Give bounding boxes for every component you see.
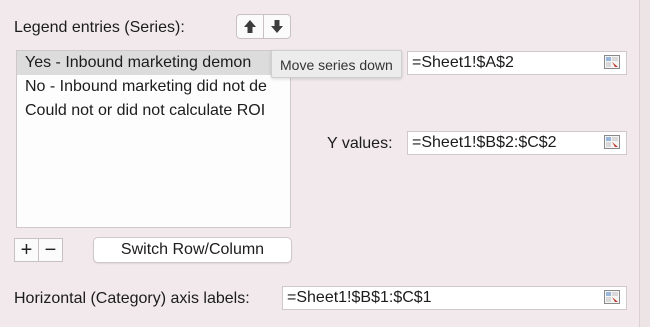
legend-entries-label: Legend entries (Series): (14, 19, 185, 36)
series-reorder-control (236, 14, 291, 39)
add-remove-series-control: + − (14, 238, 63, 262)
y-values-value: =Sheet1!$B$2:$C$2 (412, 134, 557, 151)
category-axis-value: =Sheet1!$B$1:$C$1 (287, 289, 432, 306)
y-values-field[interactable]: =Sheet1!$B$2:$C$2 (407, 131, 627, 155)
series-name-value: =Sheet1!$A$2 (412, 54, 514, 71)
arrow-up-icon (244, 20, 256, 33)
move-series-down-button[interactable] (263, 15, 290, 38)
remove-series-button[interactable]: − (38, 239, 62, 261)
series-item-yes[interactable]: Yes - Inbound marketing demon (17, 51, 290, 75)
arrow-down-icon (271, 20, 283, 33)
range-picker-icon[interactable] (604, 290, 620, 304)
range-picker-icon[interactable] (604, 135, 620, 149)
category-axis-label: Horizontal (Category) axis labels: (14, 290, 250, 307)
category-axis-field[interactable]: =Sheet1!$B$1:$C$1 (282, 286, 627, 310)
y-values-label: Y values: (327, 135, 393, 152)
series-name-field[interactable]: =Sheet1!$A$2 (407, 51, 627, 75)
tooltip: Move series down (271, 50, 402, 78)
series-list[interactable]: Yes - Inbound marketing demon No - Inbou… (16, 50, 291, 228)
add-series-button[interactable]: + (15, 239, 38, 261)
switch-row-column-button[interactable]: Switch Row/Column (93, 237, 292, 263)
move-series-up-button[interactable] (237, 15, 263, 38)
series-item-no[interactable]: No - Inbound marketing did not de (17, 75, 290, 99)
right-edge-panel (639, 0, 650, 327)
series-item-could-not[interactable]: Could not or did not calculate ROI (17, 99, 290, 123)
range-picker-icon[interactable] (604, 55, 620, 69)
